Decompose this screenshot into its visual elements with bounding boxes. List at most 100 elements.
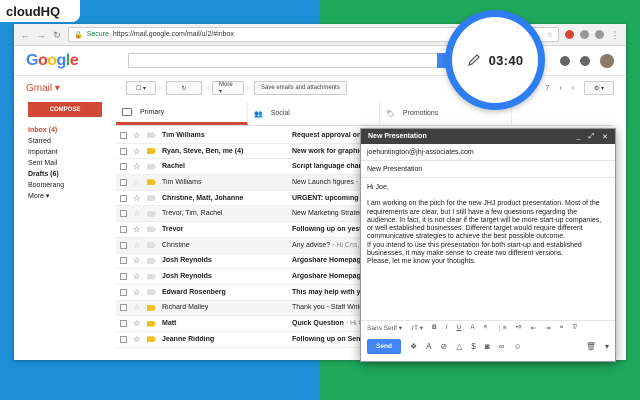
underline-icon[interactable]: U [456, 324, 461, 331]
important-marker-icon[interactable] [147, 148, 156, 155]
star-icon[interactable]: ☆ [133, 303, 141, 312]
star-icon[interactable]: ☆ [133, 225, 141, 234]
gmail-menu[interactable]: Gmail ▾ [26, 83, 116, 94]
extension-icon[interactable] [565, 30, 574, 39]
numbered-list-icon[interactable]: ⋮≡ [496, 324, 506, 332]
notifications-icon[interactable] [580, 55, 590, 66]
format-icon[interactable]: A [426, 342, 431, 351]
settings-gear-button[interactable]: ⚙ ▾ [584, 81, 614, 95]
message-body[interactable]: Hi Joe, I am working on the pitch for th… [361, 178, 615, 320]
sidebar-item[interactable]: Inbox (4) [28, 125, 118, 136]
row-checkbox[interactable] [120, 304, 127, 312]
star-icon[interactable]: ☆ [133, 335, 141, 344]
drive-icon[interactable]: △ [456, 342, 462, 351]
important-marker-icon[interactable] [147, 320, 156, 327]
emoji-icon[interactable]: ☺ [513, 342, 521, 351]
star-icon[interactable]: ☆ [133, 147, 141, 156]
align-icon[interactable]: ≡ [484, 324, 488, 331]
send-button[interactable]: Send [367, 338, 401, 354]
important-marker-icon[interactable] [147, 304, 156, 311]
row-checkbox[interactable] [120, 288, 127, 296]
dropbox-icon[interactable]: ❖ [410, 342, 417, 351]
select-all-button[interactable]: ☐ ▾ [126, 81, 156, 95]
important-marker-icon[interactable] [147, 336, 156, 343]
apps-icon[interactable] [560, 55, 570, 66]
link-icon[interactable]: ∞ [499, 342, 505, 351]
sidebar-item[interactable]: Starred [28, 136, 118, 147]
important-marker-icon[interactable] [147, 289, 156, 296]
important-marker-icon[interactable] [147, 179, 156, 186]
italic-icon[interactable]: I [446, 324, 448, 331]
row-checkbox[interactable] [120, 194, 127, 202]
star-icon[interactable]: ☆ [133, 209, 141, 218]
important-marker-icon[interactable] [147, 195, 156, 202]
extension-icon[interactable] [595, 30, 604, 39]
star-icon[interactable]: ☆ [133, 131, 141, 140]
text-color-icon[interactable]: A [470, 324, 474, 331]
minimize-icon[interactable]: _ [577, 133, 581, 141]
star-icon[interactable]: ☆ [133, 241, 141, 250]
important-marker-icon[interactable] [147, 257, 156, 264]
save-emails-button[interactable]: Save emails and attachments [254, 81, 347, 95]
bulleted-list-icon[interactable]: •≡ [516, 324, 522, 331]
bold-icon[interactable]: B [432, 324, 437, 331]
row-checkbox[interactable] [120, 257, 127, 265]
attach-icon[interactable]: ⊘ [441, 342, 448, 351]
row-checkbox[interactable] [120, 147, 127, 155]
sidebar-item[interactable]: Drafts (6) [28, 169, 118, 180]
clear-format-icon[interactable]: T̸ [572, 324, 576, 331]
row-checkbox[interactable] [120, 178, 127, 186]
search-input[interactable] [128, 53, 438, 68]
close-icon[interactable]: ✕ [602, 133, 608, 141]
star-icon[interactable]: ☆ [133, 288, 141, 297]
trash-icon[interactable]: 🗑 [586, 342, 596, 351]
row-checkbox[interactable] [120, 241, 127, 249]
indent-more-icon[interactable]: ⇥ [545, 324, 550, 332]
more-button[interactable]: More ▾ [212, 81, 244, 95]
sidebar-item[interactable]: More ▾ [28, 191, 118, 202]
sidebar-item[interactable]: Boomerang [28, 180, 118, 191]
back-icon[interactable]: ← [20, 30, 30, 40]
sidebar-item[interactable]: Important [28, 147, 118, 158]
star-icon[interactable]: ☆ [133, 162, 141, 171]
star-icon[interactable]: ☆ [133, 178, 141, 187]
expand-icon[interactable]: ⤢ [589, 133, 595, 141]
extension-icon[interactable] [580, 30, 589, 39]
to-field[interactable]: joehuntington@jhj-associates.com [361, 144, 615, 161]
star-icon[interactable]: ☆ [133, 194, 141, 203]
important-marker-icon[interactable] [147, 226, 156, 233]
row-checkbox[interactable] [120, 225, 127, 233]
reload-icon[interactable]: ↻ [52, 30, 62, 40]
star-icon[interactable]: ☆ [133, 256, 141, 265]
row-checkbox[interactable] [120, 163, 127, 171]
more-options-icon[interactable]: ▾ [605, 342, 609, 351]
row-checkbox[interactable] [120, 131, 127, 139]
tab-social[interactable]: 👥 Social [248, 102, 380, 125]
bookmark-star-icon[interactable]: ☆ [547, 31, 553, 39]
photo-icon[interactable]: ◙ [485, 342, 490, 351]
subject-field[interactable]: New Presentation [361, 161, 615, 178]
important-marker-icon[interactable] [147, 163, 156, 170]
next-page-icon[interactable]: › [572, 85, 574, 92]
row-checkbox[interactable] [120, 273, 127, 281]
row-checkbox[interactable] [120, 210, 127, 218]
star-icon[interactable]: ☆ [133, 272, 141, 281]
star-icon[interactable]: ☆ [133, 319, 141, 328]
font-size-select[interactable]: тT ▾ [411, 324, 423, 332]
font-family-select[interactable]: Sans Serif ▾ [367, 324, 402, 332]
row-checkbox[interactable] [120, 335, 127, 343]
tab-primary[interactable]: Primary [116, 102, 248, 125]
important-marker-icon[interactable] [147, 132, 156, 139]
important-marker-icon[interactable] [147, 273, 156, 280]
indent-less-icon[interactable]: ⇤ [531, 324, 536, 332]
forward-icon[interactable]: → [36, 30, 46, 40]
money-icon[interactable]: $ [471, 342, 475, 351]
row-checkbox[interactable] [120, 320, 127, 328]
compose-button[interactable]: COMPOSE [28, 102, 102, 117]
quote-icon[interactable]: ❝ [560, 324, 564, 332]
sidebar-item[interactable]: Sent Mail [28, 158, 118, 169]
important-marker-icon[interactable] [147, 210, 156, 217]
important-marker-icon[interactable] [147, 242, 156, 249]
prev-page-icon[interactable]: ‹ [559, 85, 561, 92]
refresh-button[interactable]: ↻ [166, 81, 202, 95]
